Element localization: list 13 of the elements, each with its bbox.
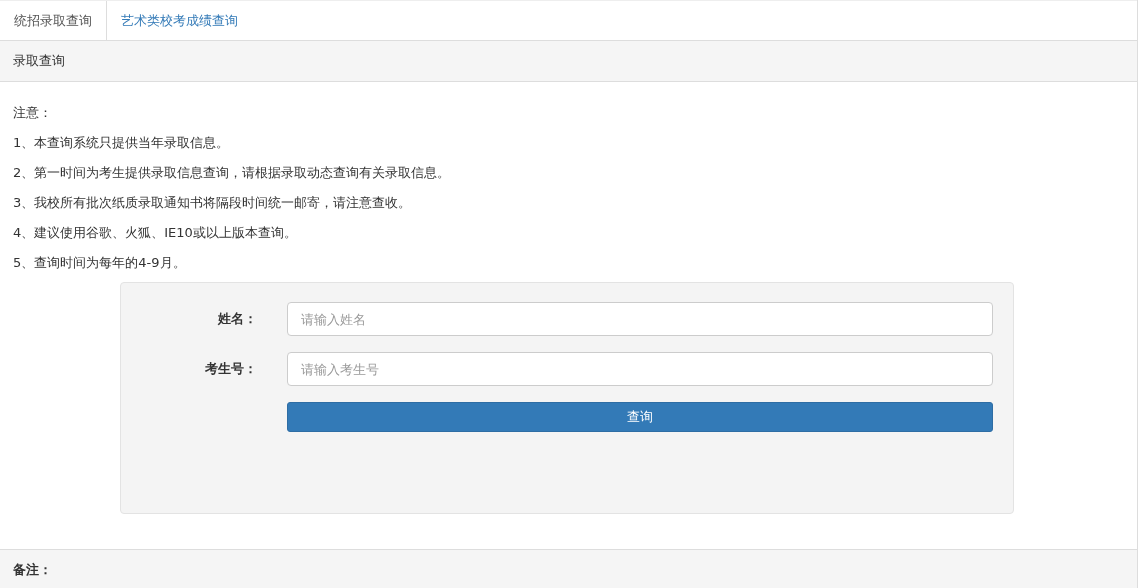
footer-heading: 备注： [0,549,1137,588]
field-label: 姓名： [217,310,257,328]
input-field[interactable]: 请输入考生号 [287,352,993,386]
panel-heading: 录取查询 [0,41,1137,82]
notice-title: 注意： [13,104,53,122]
query-button[interactable]: 查询 [287,402,993,432]
notice-line: 1、本查询系统只提供当年录取信息。 [13,134,231,152]
field-label: 考生号： [204,360,257,378]
notice-line: 3、我校所有批次纸质录取通知书将隔段时间统一邮寄，请注意查收。 [13,194,413,212]
notice-line: 2、第一时间为考生提供录取信息查询，请根据录取动态查询有关录取信息。 [13,164,452,182]
notice-line: 5、查询时间为每年的4-9月。 [13,254,187,272]
input-field[interactable]: 请输入姓名 [287,302,993,336]
notice-line: 4、建议使用谷歌、火狐、IE10或以上版本查询。 [13,224,298,242]
